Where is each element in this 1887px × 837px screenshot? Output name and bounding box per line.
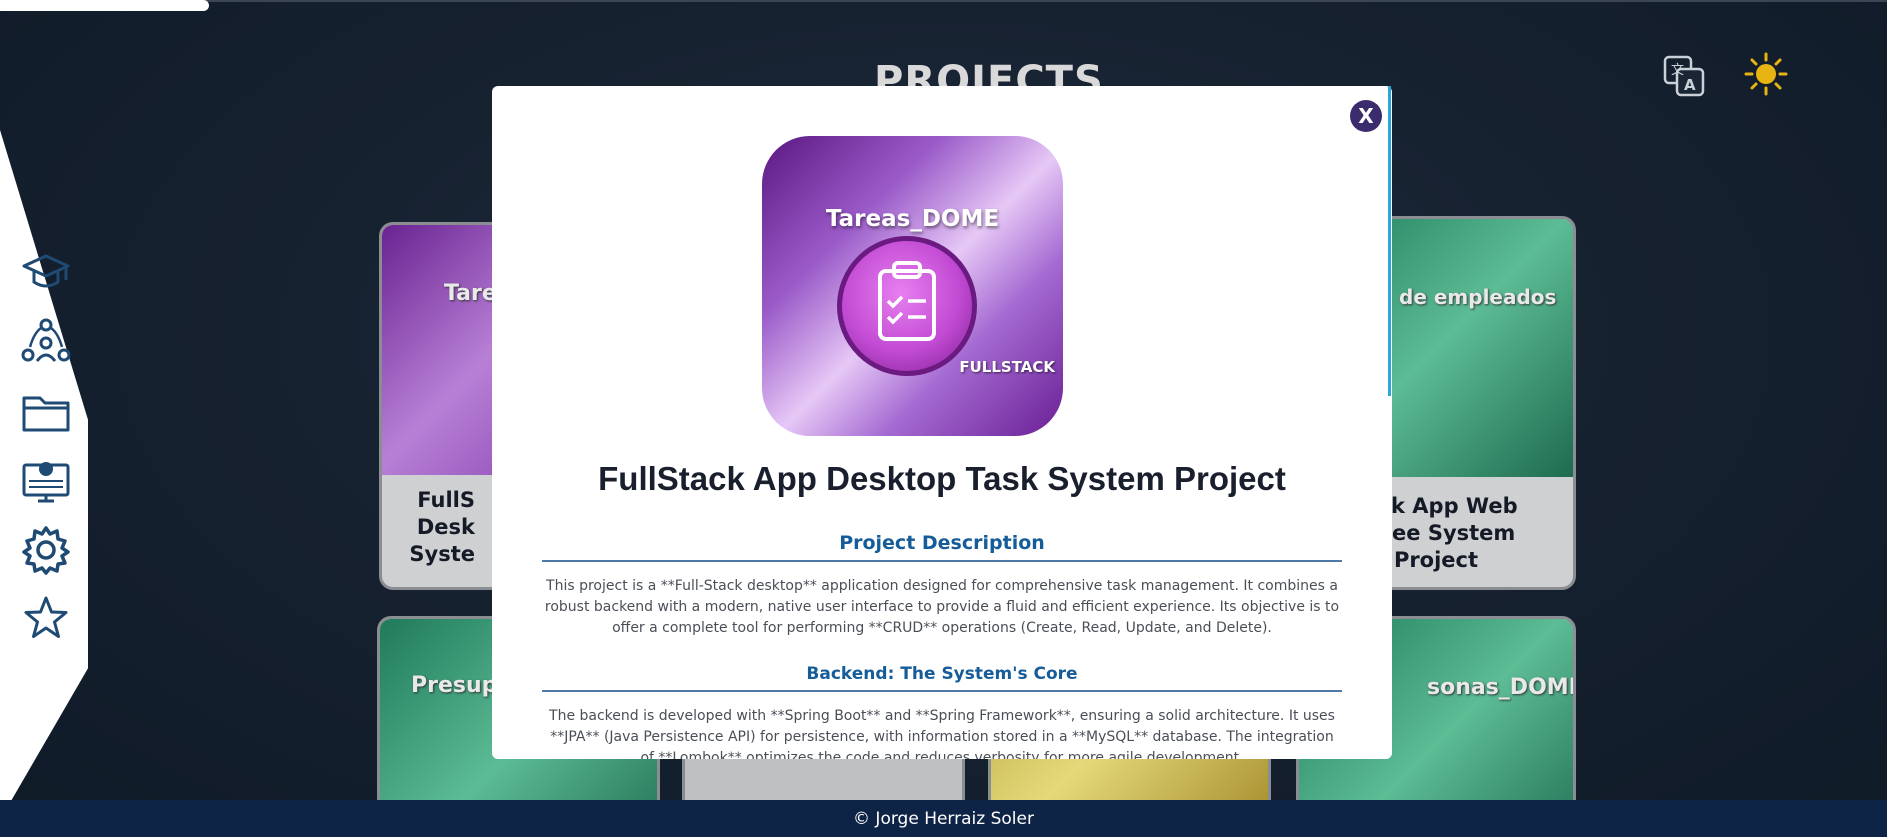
svg-text:文: 文 <box>1671 63 1684 78</box>
footer: © Jorge Herraiz Soler <box>0 800 1887 837</box>
project-image: Tareas_DOME FULLSTACK <box>762 136 1063 436</box>
clipboard-badge-icon <box>837 236 977 376</box>
section-body-description: This project is a **Full-Stack desktop**… <box>544 578 1340 636</box>
card-image-text: Tare <box>444 281 497 306</box>
team-network-icon[interactable] <box>20 315 72 367</box>
card-image-text: de empleados <box>1399 285 1557 309</box>
desktop-portfolio-icon[interactable] <box>20 455 72 507</box>
star-icon[interactable] <box>20 592 72 644</box>
folder-icon[interactable] <box>20 386 72 438</box>
gear-icon[interactable] <box>20 524 72 576</box>
modal-title: FullStack App Desktop Task System Projec… <box>598 460 1286 497</box>
modal-scrollbar[interactable] <box>1388 86 1391 396</box>
svg-text:A: A <box>1684 76 1696 94</box>
project-modal: X Tareas_DOME FULLSTACK FullStack App De… <box>492 86 1392 759</box>
section-title-description: Project Description <box>542 532 1342 562</box>
sun-icon[interactable] <box>1744 52 1788 96</box>
scroll-progress-bar <box>0 0 209 11</box>
project-image-footer: FULLSTACK <box>959 358 1055 376</box>
top-border <box>0 0 1887 2</box>
section-body-backend: The backend is developed with **Spring B… <box>549 708 1335 759</box>
translate-icon[interactable]: 文 A <box>1662 54 1706 98</box>
project-image-title: Tareas_DOME <box>825 206 1000 232</box>
graduation-cap-icon[interactable] <box>20 246 72 298</box>
card-image-text: sonas_DOME <box>1427 675 1576 700</box>
close-button[interactable]: X <box>1350 100 1382 132</box>
section-title-backend: Backend: The System's Core <box>542 664 1342 692</box>
